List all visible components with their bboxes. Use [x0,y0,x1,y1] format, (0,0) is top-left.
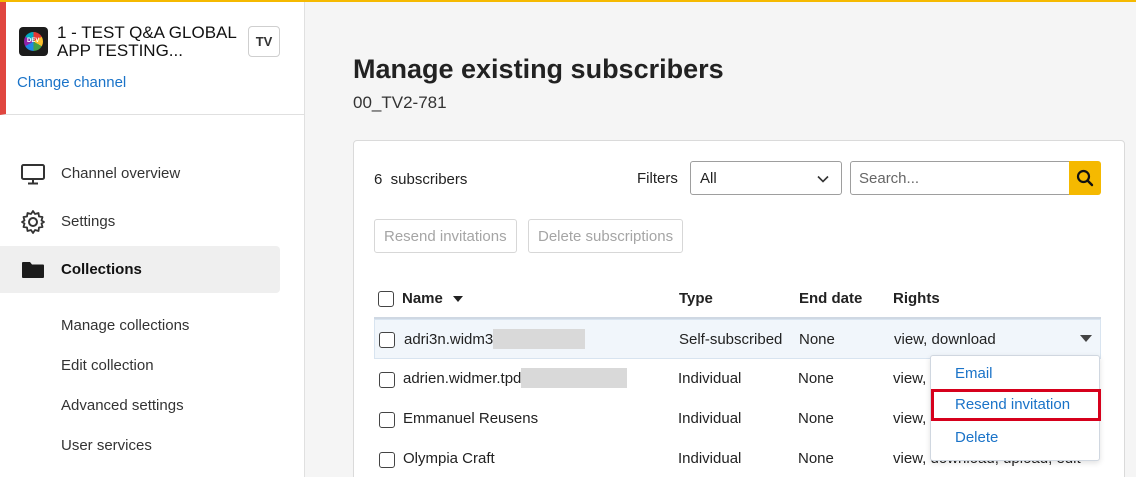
chevron-down-icon [817,175,829,183]
subscriber-end-date: None [798,410,834,427]
subscriber-type: Individual [678,370,742,387]
subscriber-type: Individual [678,450,742,467]
subscriber-end-date: None [798,450,834,467]
column-header-end-date[interactable]: End date [799,290,862,307]
channel-selector: DEV 1 - TEST Q&A GLOBAL APP TESTING... T… [0,2,304,115]
menu-item-email[interactable]: Email [931,358,1101,390]
channel-type-badge: TV [248,26,280,57]
column-header-type[interactable]: Type [679,290,713,307]
redacted-text [493,328,586,349]
menu-item-resend-invitation[interactable]: Resend invitation [931,389,1101,421]
row-checkbox[interactable] [379,332,395,348]
main-content: Manage existing subscribers 00_TV2-781 6… [306,2,1136,477]
subscriber-name: adri3n.widm3 [404,331,494,348]
nav-label: Channel overview [61,165,181,182]
menu-item-delete[interactable]: Delete [931,422,1101,454]
row-checkbox[interactable] [379,412,395,428]
row-menu-toggle[interactable] [1080,335,1092,342]
collection-id: 00_TV2-781 [353,93,447,112]
nav-label: Settings [61,213,116,230]
nav-collections[interactable]: Collections [0,246,280,293]
folder-icon [22,261,44,278]
subscriber-name: Emmanuel Reusens [403,410,539,427]
sort-descending-icon [453,296,464,303]
column-header-name[interactable]: Name [402,290,464,307]
subscriber-rights: view, [893,370,927,387]
subscriber-rights: view, download [894,331,996,348]
nav-channel-overview[interactable]: Channel overview [0,150,280,197]
redacted-text [521,367,628,388]
row-checkbox[interactable] [379,372,395,388]
subscriber-name: Olympia Craft [403,450,495,467]
subscriber-type: Self-subscribed [679,331,783,348]
table-row[interactable]: adri3n.widm3 Self-subscribed None view, … [374,319,1101,359]
select-all-checkbox[interactable] [378,291,394,307]
sidebar: DEV 1 - TEST Q&A GLOBAL APP TESTING... T… [0,2,305,477]
subscriber-name: adrien.widmer.tpd [403,370,522,387]
subscriber-count: 6 subscribers [374,171,468,188]
subnav-manage-collections[interactable]: Manage collections [61,317,189,334]
nav-settings[interactable]: Settings [0,198,280,245]
search-input[interactable] [850,161,1070,195]
row-checkbox[interactable] [379,452,395,468]
search-icon [1076,169,1094,187]
subnav-user-services[interactable]: User services [61,437,152,454]
gear-icon [21,209,45,234]
channel-name: 1 - TEST Q&A GLOBAL APP TESTING... [57,23,237,60]
filter-select[interactable]: All [690,161,842,195]
subnav-edit-collection[interactable]: Edit collection [61,357,154,374]
filters-label: Filters [637,170,678,187]
column-header-rights[interactable]: Rights [893,290,940,307]
subscriber-rights: view, [893,410,927,427]
row-actions-menu: Email Resend invitation Delete [930,355,1101,461]
monitor-icon [21,163,45,184]
search-button[interactable] [1069,161,1101,195]
filter-value: All [700,170,717,187]
subscriber-type: Individual [678,410,742,427]
subscriber-end-date: None [798,370,834,387]
nav-label: Collections [61,261,142,278]
change-channel-link[interactable]: Change channel [17,74,126,91]
page-title: Manage existing subscribers [353,54,724,84]
subscriber-end-date: None [799,331,835,348]
delete-subscriptions-button[interactable]: Delete subscriptions [528,219,684,253]
channel-logo: DEV [19,27,48,56]
resend-invitations-button[interactable]: Resend invitations [374,219,517,253]
subnav-advanced-settings[interactable]: Advanced settings [61,397,184,414]
